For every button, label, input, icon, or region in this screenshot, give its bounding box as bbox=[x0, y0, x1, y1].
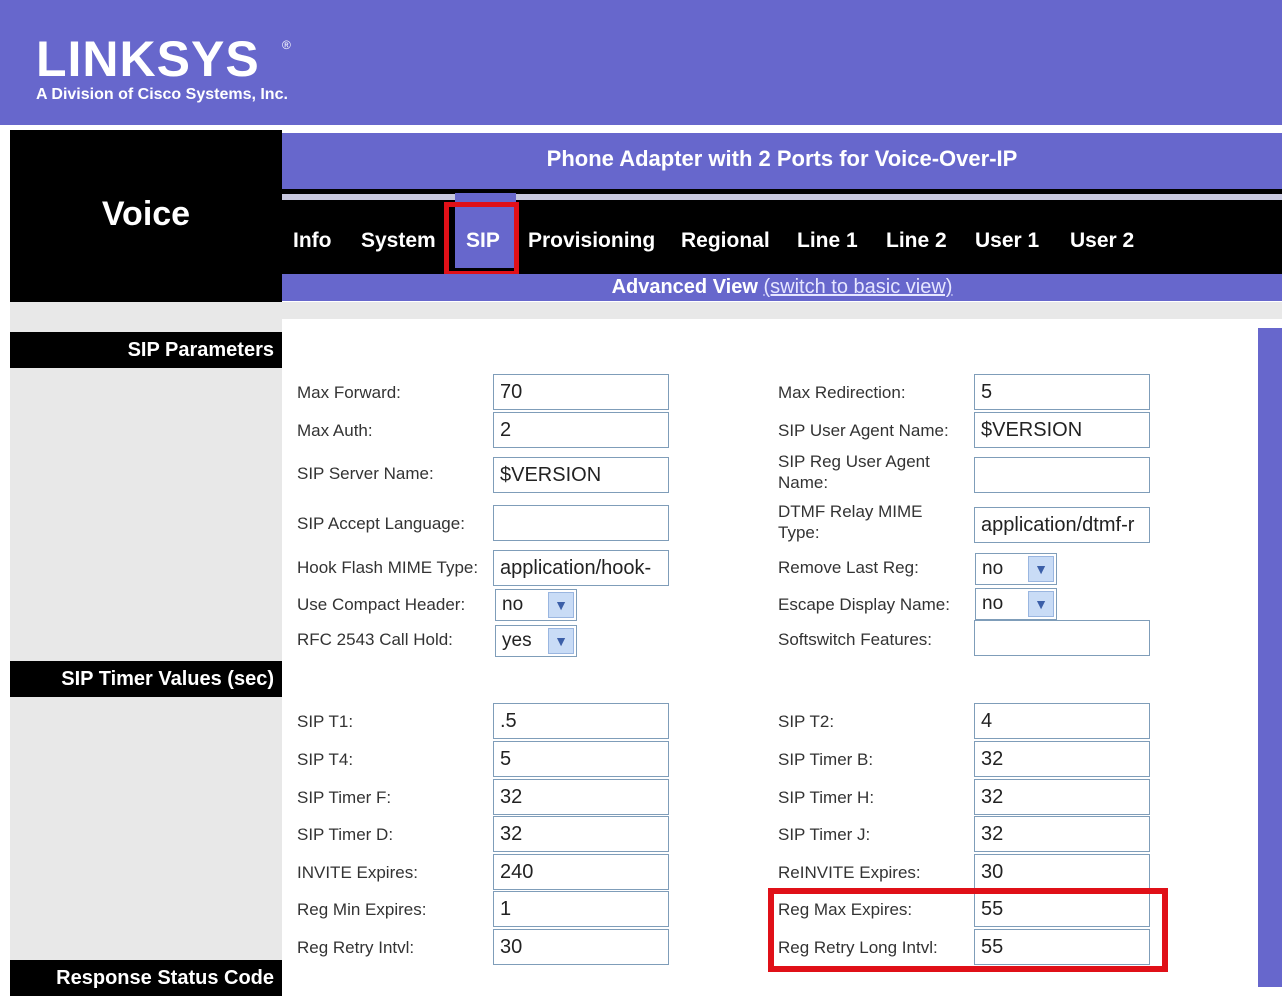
sip-tab-highlight-box bbox=[444, 202, 519, 276]
tab-user-2[interactable]: User 2 bbox=[1070, 229, 1134, 253]
reinvite-expires-input[interactable]: 30 bbox=[974, 854, 1150, 890]
escape-display-name-value: no bbox=[982, 593, 1004, 614]
sip-t2-label: SIP T2: bbox=[778, 712, 835, 731]
rfc-2543-call-hold-select[interactable]: yes ▼ bbox=[495, 625, 577, 657]
left-sidebar bbox=[10, 302, 282, 987]
dtmf-relay-mime-type-label-line1: DTMF Relay MIME bbox=[778, 502, 923, 521]
sip-timer-d-label: SIP Timer D: bbox=[297, 825, 394, 844]
page-section-title: Voice bbox=[101, 195, 191, 233]
switch-to-basic-view-link[interactable]: (switch to basic view) bbox=[763, 276, 952, 298]
dtmf-relay-mime-type-input[interactable]: application/dtmf-r bbox=[974, 507, 1150, 543]
sip-accept-language-input[interactable] bbox=[493, 505, 669, 541]
sip-t1-input[interactable]: .5 bbox=[493, 703, 669, 739]
sip-user-agent-name-label: SIP User Agent Name: bbox=[778, 421, 949, 440]
reg-min-expires-input[interactable]: 1 bbox=[493, 891, 669, 927]
linksys-logo: LINKSYS bbox=[36, 31, 260, 87]
section-header-sip-timer-values: SIP Timer Values (sec) bbox=[10, 661, 282, 697]
section-header-response-status-code: Response Status Code bbox=[10, 960, 282, 996]
use-compact-header-value: no bbox=[502, 594, 524, 615]
section-header-sip-parameters: SIP Parameters bbox=[10, 332, 282, 368]
spacer bbox=[282, 302, 1282, 319]
sip-timer-f-label: SIP Timer F: bbox=[297, 788, 392, 807]
sip-reg-user-agent-name-label: SIP Reg User Agent Name: bbox=[778, 451, 930, 493]
sip-timer-j-label: SIP Timer J: bbox=[778, 825, 871, 844]
right-border bbox=[1258, 328, 1282, 987]
sip-timer-b-label: SIP Timer B: bbox=[778, 750, 874, 769]
tab-system[interactable]: System bbox=[361, 229, 436, 253]
reg-expires-highlight-box bbox=[768, 888, 1168, 972]
chevron-down-icon[interactable]: ▼ bbox=[1028, 556, 1054, 582]
sip-timer-b-input[interactable]: 32 bbox=[974, 741, 1150, 777]
remove-last-reg-select[interactable]: no ▼ bbox=[975, 553, 1057, 585]
sip-user-agent-name-input[interactable]: $VERSION bbox=[974, 412, 1150, 448]
tab-user-1[interactable]: User 1 bbox=[975, 229, 1039, 253]
sip-timer-j-input[interactable]: 32 bbox=[974, 816, 1150, 852]
use-compact-header-label: Use Compact Header: bbox=[297, 595, 466, 614]
sip-timer-h-input[interactable]: 32 bbox=[974, 779, 1150, 815]
escape-display-name-label: Escape Display Name: bbox=[778, 595, 950, 614]
sip-reg-user-agent-name-label-line1: SIP Reg User Agent bbox=[778, 452, 930, 471]
max-forward-input[interactable]: 70 bbox=[493, 374, 669, 410]
max-auth-label: Max Auth: bbox=[297, 421, 373, 440]
sip-timer-d-input[interactable]: 32 bbox=[493, 816, 669, 852]
remove-last-reg-value: no bbox=[982, 558, 1004, 579]
view-mode: Advanced View (switch to basic view) bbox=[282, 276, 1282, 299]
sip-server-name-input[interactable]: $VERSION bbox=[493, 457, 669, 493]
sip-reg-user-agent-name-input[interactable] bbox=[974, 457, 1150, 493]
reinvite-expires-label: ReINVITE Expires: bbox=[778, 863, 921, 882]
sip-t2-input[interactable]: 4 bbox=[974, 703, 1150, 739]
sip-reg-user-agent-name-label-line2: Name: bbox=[778, 473, 829, 492]
sip-t4-label: SIP T4: bbox=[297, 750, 354, 769]
tab-line-2[interactable]: Line 2 bbox=[886, 229, 947, 253]
product-title: Phone Adapter with 2 Ports for Voice-Ove… bbox=[546, 146, 1018, 171]
chevron-down-icon[interactable]: ▼ bbox=[548, 628, 574, 654]
dtmf-relay-mime-type-label: DTMF Relay MIME Type: bbox=[778, 501, 923, 543]
softswitch-features-label: Softswitch Features: bbox=[778, 630, 933, 649]
rfc-2543-call-hold-label: RFC 2543 Call Hold: bbox=[297, 630, 453, 649]
reg-min-expires-label: Reg Min Expires: bbox=[297, 900, 427, 919]
tab-provisioning[interactable]: Provisioning bbox=[528, 229, 655, 253]
escape-display-name-select[interactable]: no ▼ bbox=[975, 588, 1057, 620]
chevron-down-icon[interactable]: ▼ bbox=[1028, 591, 1054, 617]
sip-timer-f-input[interactable]: 32 bbox=[493, 779, 669, 815]
use-compact-header-select[interactable]: no ▼ bbox=[495, 589, 577, 621]
invite-expires-label: INVITE Expires: bbox=[297, 863, 418, 882]
sip-accept-language-label: SIP Accept Language: bbox=[297, 514, 465, 533]
invite-expires-input[interactable]: 240 bbox=[493, 854, 669, 890]
logo-subtitle: A Division of Cisco Systems, Inc. bbox=[36, 86, 288, 103]
tab-info[interactable]: Info bbox=[293, 229, 331, 253]
max-auth-input[interactable]: 2 bbox=[493, 412, 669, 448]
reg-retry-intvl-label: Reg Retry Intvl: bbox=[297, 938, 415, 957]
remove-last-reg-label: Remove Last Reg: bbox=[778, 558, 919, 577]
max-redirection-label: Max Redirection: bbox=[778, 383, 906, 402]
hook-flash-mime-type-input[interactable]: application/hook- bbox=[493, 550, 669, 586]
chevron-down-icon[interactable]: ▼ bbox=[548, 592, 574, 618]
max-redirection-input[interactable]: 5 bbox=[974, 374, 1150, 410]
tab-regional[interactable]: Regional bbox=[681, 229, 770, 253]
softswitch-features-input[interactable] bbox=[974, 620, 1150, 656]
current-view-label: Advanced View bbox=[611, 276, 758, 298]
registered-mark: ® bbox=[282, 38, 291, 52]
hook-flash-mime-type-label: Hook Flash MIME Type: bbox=[297, 558, 479, 577]
dtmf-relay-mime-type-label-line2: Type: bbox=[778, 523, 820, 542]
tab-line-1[interactable]: Line 1 bbox=[797, 229, 858, 253]
reg-retry-intvl-input[interactable]: 30 bbox=[493, 929, 669, 965]
max-forward-label: Max Forward: bbox=[297, 383, 401, 402]
sip-server-name-label: SIP Server Name: bbox=[297, 464, 434, 483]
sip-t1-label: SIP T1: bbox=[297, 712, 354, 731]
rfc-2543-call-hold-value: yes bbox=[502, 630, 532, 651]
sip-timer-h-label: SIP Timer H: bbox=[778, 788, 875, 807]
sip-t4-input[interactable]: 5 bbox=[493, 741, 669, 777]
